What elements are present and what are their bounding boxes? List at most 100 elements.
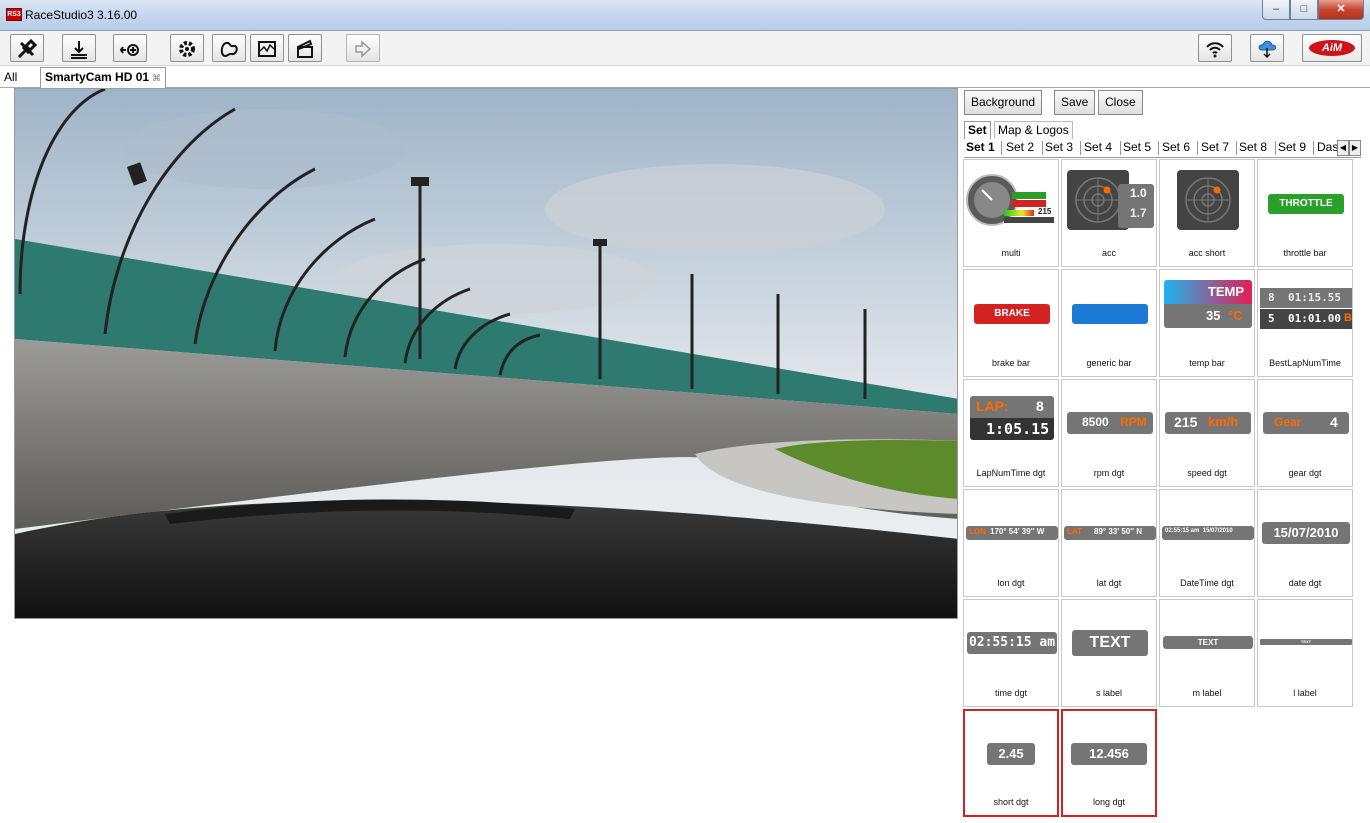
- gear-value: 4: [1330, 414, 1338, 430]
- widget-gear-dgt[interactable]: Gear 4 gear dgt: [1257, 379, 1353, 487]
- tab-set-3[interactable]: Set 3: [1045, 139, 1073, 156]
- lap-label: LAP:: [976, 398, 1009, 414]
- widget-lon-dgt[interactable]: LON 170° 54' 39'' W lon dgt: [963, 489, 1059, 597]
- widget-temp-bar[interactable]: TEMP 35 °C temp bar: [1159, 269, 1255, 377]
- cloud-download-icon[interactable]: [1250, 34, 1284, 62]
- save-button[interactable]: Save: [1054, 90, 1096, 115]
- close-button[interactable]: Close: [1098, 90, 1143, 115]
- track-icon[interactable]: [212, 34, 246, 62]
- lap-number: 8: [1036, 398, 1044, 414]
- widget-long-dgt[interactable]: 12.456 long dgt: [1061, 709, 1157, 817]
- widget-lon-label: lon dgt: [997, 578, 1025, 588]
- widget-gear-label: gear dgt: [1288, 468, 1322, 478]
- tab-set[interactable]: Set: [964, 121, 991, 139]
- minimize-button[interactable]: –: [1262, 0, 1290, 20]
- best-lap-time-2: 01:01.00: [1288, 312, 1341, 325]
- gear-icon[interactable]: [170, 34, 204, 62]
- best-lap-flag: B: [1344, 312, 1352, 324]
- maximize-button[interactable]: □: [1290, 0, 1318, 20]
- widget-best-lap-label: BestLapNumTime: [1269, 358, 1341, 368]
- speed-value: 215: [1174, 414, 1198, 430]
- document-tab-strip: All SmartyCam HD 01 ⌘: [0, 66, 1370, 88]
- temp-unit: °C: [1228, 308, 1243, 323]
- tab-map-logos[interactable]: Map & Logos: [994, 121, 1073, 139]
- widget-multi[interactable]: 215 multi: [963, 159, 1059, 267]
- widget-lat-dgt[interactable]: LAT 89° 33' 50'' N lat dgt: [1061, 489, 1157, 597]
- tab-set-6[interactable]: Set 6: [1162, 139, 1190, 156]
- widget-date-dgt[interactable]: 15/07/2010 date dgt: [1257, 489, 1353, 597]
- tab-set-1[interactable]: Set 1: [966, 139, 995, 156]
- widget-panel: Background Save Close Set Map & Logos Se…: [960, 88, 1365, 821]
- widget-acc-label: acc: [1101, 248, 1116, 258]
- widget-throttle-bar-label: throttle bar: [1283, 248, 1327, 258]
- best-lap-num-1: 8: [1268, 291, 1275, 304]
- lap-time: 1:05.15: [986, 420, 1050, 438]
- speed-unit: km/h: [1208, 414, 1239, 429]
- datetime-value: 02:55:15 am 15/07/2010: [1165, 528, 1233, 534]
- widget-lapnumtime[interactable]: LAP: 8 1:05.15 LapNumTime dgt: [963, 379, 1059, 487]
- scroll-right-icon[interactable]: ▶: [1349, 140, 1361, 156]
- widget-date-label: date dgt: [1288, 578, 1322, 588]
- tab-set-2[interactable]: Set 2: [1006, 139, 1034, 156]
- export-icon[interactable]: [346, 34, 380, 62]
- camera-preview[interactable]: [14, 88, 958, 619]
- tab-set-5[interactable]: Set 5: [1123, 139, 1151, 156]
- widget-time-label: time dgt: [994, 688, 1027, 698]
- widget-generic-bar[interactable]: generic bar: [1061, 269, 1157, 377]
- widget-rpm-label: rpm dgt: [1093, 468, 1125, 478]
- aim-logo[interactable]: AiM: [1302, 34, 1362, 62]
- widget-time-dgt[interactable]: 02:55:15 am time dgt: [963, 599, 1059, 707]
- rpm-value: 8500: [1082, 415, 1109, 429]
- widget-temp-bar-label: temp bar: [1189, 358, 1225, 368]
- widget-generic-bar-label: generic bar: [1086, 358, 1132, 368]
- long-dgt-value: 12.456: [1071, 743, 1147, 765]
- lat-label: LAT: [1067, 527, 1082, 536]
- analysis-icon[interactable]: [250, 34, 284, 62]
- tools-icon[interactable]: [10, 34, 44, 62]
- widget-s-label[interactable]: TEXT s label: [1061, 599, 1157, 707]
- widget-speed-dgt[interactable]: 215 km/h speed dgt: [1159, 379, 1255, 487]
- scroll-left-icon[interactable]: ◀: [1337, 140, 1349, 156]
- lat-value: 89° 33' 50'' N: [1094, 527, 1143, 536]
- best-lap-time-1: 01:15.55: [1288, 291, 1341, 304]
- acc-value-1: 1.0: [1130, 186, 1147, 200]
- widget-acc-short[interactable]: acc short: [1159, 159, 1255, 267]
- wifi-icon[interactable]: [1198, 34, 1232, 62]
- brake-text: BRAKE: [974, 304, 1050, 324]
- widget-brake-bar-label: brake bar: [991, 358, 1031, 368]
- temp-value: 35: [1206, 308, 1221, 323]
- l-label-text: TEXT: [1260, 639, 1352, 645]
- ground-icon[interactable]: [62, 34, 96, 62]
- close-window-button[interactable]: ✕: [1318, 0, 1364, 20]
- tab-all[interactable]: All: [4, 70, 17, 84]
- widget-l-label[interactable]: TEXT l label: [1257, 599, 1353, 707]
- multi-speed-text: 215: [1038, 207, 1052, 216]
- tab-set-9[interactable]: Set 9: [1278, 139, 1306, 156]
- widget-brake-bar[interactable]: BRAKE brake bar: [963, 269, 1059, 377]
- generic-bar-shape: [1072, 304, 1148, 324]
- video-icon[interactable]: [288, 34, 322, 62]
- widget-long-dgt-label: long dgt: [1092, 797, 1126, 807]
- tab-smartycam[interactable]: SmartyCam HD 01 ⌘: [40, 67, 167, 88]
- title-bar: RS3 RaceStudio3 3.16.00 – □ ✕: [0, 0, 1370, 31]
- widget-rpm-dgt[interactable]: 8500 RPM rpm dgt: [1061, 379, 1157, 487]
- window-title: RaceStudio3 3.16.00: [25, 8, 138, 22]
- close-tab-icon[interactable]: ⌘: [152, 73, 161, 83]
- add-device-icon[interactable]: [113, 34, 147, 62]
- lon-label: LON: [969, 527, 986, 536]
- widget-short-dgt[interactable]: 2.45 short dgt: [963, 709, 1059, 817]
- widget-datetime-dgt[interactable]: 02:55:15 am 15/07/2010 DateTime dgt: [1159, 489, 1255, 597]
- app-icon: RS3: [6, 8, 22, 21]
- main-toolbar: AiM: [0, 31, 1370, 66]
- rpm-unit: RPM: [1120, 415, 1147, 429]
- tab-set-8[interactable]: Set 8: [1239, 139, 1267, 156]
- tab-set-7[interactable]: Set 7: [1201, 139, 1229, 156]
- widget-throttle-bar[interactable]: THROTTLE throttle bar: [1257, 159, 1353, 267]
- lon-value: 170° 54' 39'' W: [990, 527, 1045, 536]
- tab-set-4[interactable]: Set 4: [1084, 139, 1112, 156]
- background-button[interactable]: Background: [964, 90, 1043, 115]
- m-label-text: TEXT: [1163, 636, 1253, 649]
- widget-best-lap-num-time[interactable]: 8 01:15.55 5 01:01.00 B BestLapNumTime: [1257, 269, 1353, 377]
- widget-acc[interactable]: 1.0 1.7 acc: [1061, 159, 1157, 267]
- widget-m-label[interactable]: TEXT m label: [1159, 599, 1255, 707]
